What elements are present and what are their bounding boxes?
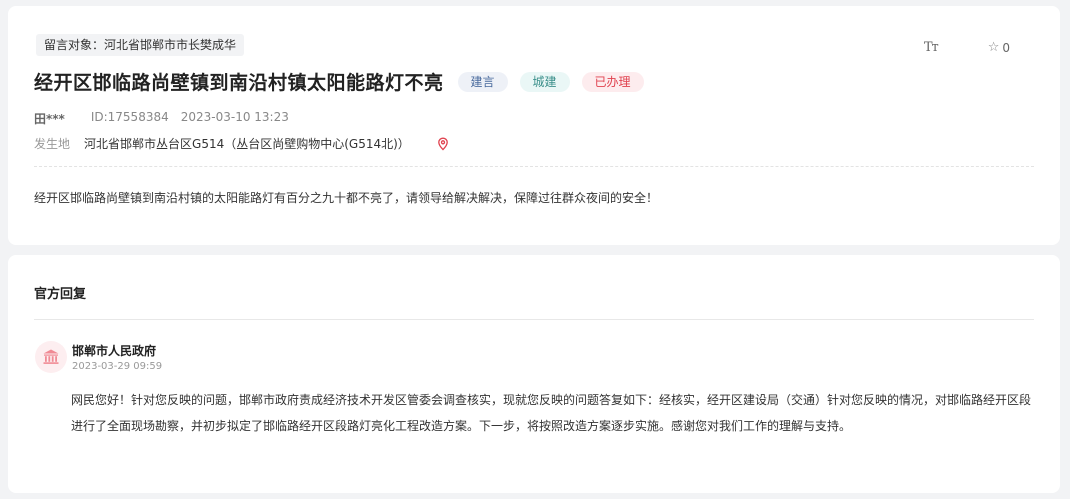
location-label: 发生地 — [34, 137, 71, 151]
reply-card: 官方回复 邯郸市人民政府 2023-03-29 09:59 网民您好！针对您反映… — [8, 255, 1060, 493]
message-card: 留言对象：河北省邯郸市市长樊成华 Tт ☆ 0 经开区邯临路尚壁镇到南沿村镇太阳… — [8, 6, 1060, 245]
message-time: 2023-03-10 13:23 — [180, 110, 289, 124]
message-id: ID:17558384 — [90, 110, 169, 124]
favorite-button[interactable]: ☆ 0 — [988, 40, 1010, 55]
reply-time: 2023-03-29 09:59 — [72, 361, 163, 372]
toolbar: Tт ☆ 0 — [924, 40, 1010, 55]
message-title: 经开区邯临路尚壁镇到南沿村镇太阳能路灯不亮 — [34, 72, 444, 94]
divider — [34, 166, 1034, 167]
message-meta: 田*** ID:17558384 2023-03-10 13:23 — [34, 110, 289, 127]
government-building-icon — [35, 341, 67, 373]
status-badge: 已办理 — [581, 71, 644, 92]
title-row: 经开区邯临路尚壁镇到南沿村镇太阳能路灯不亮 建言 城建 已办理 — [34, 68, 644, 95]
message-content: 经开区邯临路尚壁镇到南沿村镇的太阳能路灯有百分之九十都不亮了，请领导给解决解决，… — [34, 191, 659, 205]
domain-tag: 城建 — [519, 71, 570, 92]
reply-section-title: 官方回复 — [34, 287, 87, 302]
location-value: 河北省邯郸市丛台区G514（丛台区尚壁购物中心(G514北)） — [84, 137, 410, 151]
favorite-count: 0 — [1002, 40, 1010, 55]
reply-text: 网民您好！针对您反映的问题，邯郸市政府责成经济技术开发区管委会调查核实，现就您反… — [71, 393, 1032, 433]
reply-org-name: 邯郸市人民政府 — [72, 344, 157, 358]
location-pin-icon[interactable] — [436, 137, 450, 151]
divider — [34, 319, 1034, 320]
type-tag: 建言 — [457, 71, 508, 92]
font-size-icon[interactable]: Tт — [924, 40, 939, 55]
message-target: 留言对象：河北省邯郸市市长樊成华 — [36, 34, 245, 56]
location-row: 发生地 河北省邯郸市丛台区G514（丛台区尚壁购物中心(G514北)） — [34, 135, 450, 152]
author-name: 田*** — [34, 112, 65, 126]
star-icon: ☆ — [987, 40, 1000, 55]
